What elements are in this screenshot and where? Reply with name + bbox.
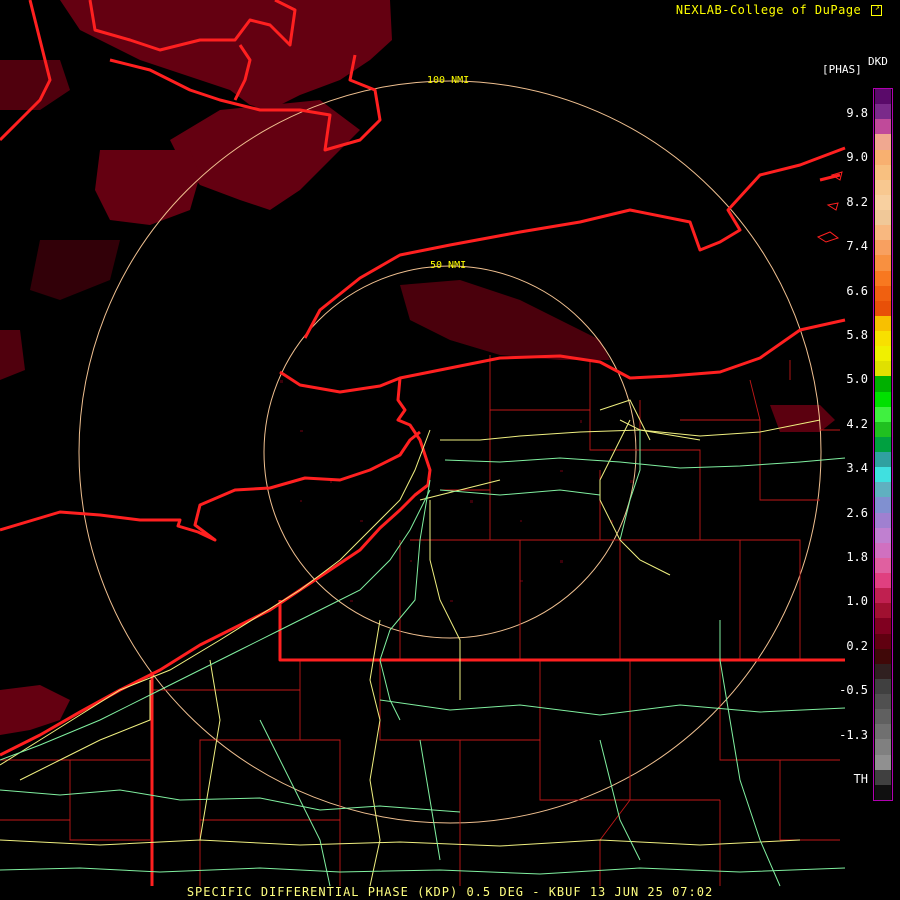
colorbar-cell bbox=[875, 784, 891, 801]
colorbar-tick-label: 9.0 bbox=[846, 150, 868, 165]
colorbar-cell bbox=[875, 467, 891, 483]
colorbar-cell bbox=[875, 648, 891, 665]
product-footer: SPECIFIC DIFFERENTIAL PHASE (KDP) 0.5 DE… bbox=[186, 885, 714, 899]
colorbar-cell bbox=[875, 436, 891, 453]
radar-echoes bbox=[0, 0, 835, 735]
colorbar-tick-label: 5.8 bbox=[846, 328, 868, 342]
range-ring-label-50: 50 NMI bbox=[430, 260, 466, 271]
colorbar-tick-label: 9.8 bbox=[846, 106, 868, 120]
colorbar-cell bbox=[875, 134, 891, 150]
colorbar-cell bbox=[875, 285, 891, 302]
colorbar-cell bbox=[875, 331, 891, 347]
colorbar-cell bbox=[875, 104, 891, 120]
ny-pa-border bbox=[278, 600, 845, 662]
colorbar-cell bbox=[875, 255, 891, 272]
interstates bbox=[0, 430, 846, 887]
colorbar-cell bbox=[875, 678, 891, 695]
colorbar-cell bbox=[875, 603, 891, 619]
colorbar-cell bbox=[875, 300, 891, 317]
colorbar-tick-label: 1.8 bbox=[846, 550, 868, 564]
lake-erie-north-shore bbox=[0, 430, 421, 542]
highways bbox=[0, 399, 821, 887]
colorbar-cell bbox=[875, 573, 891, 589]
colorbar-cell bbox=[875, 270, 891, 287]
colorbar-unit: DKD bbox=[868, 55, 888, 68]
credit-label: NEXLAB-College of DuPage bbox=[675, 3, 862, 17]
colorbar-tick-label: 2.6 bbox=[846, 505, 868, 520]
colorbar-cell bbox=[875, 194, 891, 211]
colorbar-cell bbox=[875, 482, 891, 498]
colorbar-cell bbox=[875, 527, 891, 544]
colorbar-cell bbox=[875, 149, 891, 166]
colorbar-tick-label: 7.4 bbox=[846, 239, 868, 254]
colorbar-cell bbox=[875, 557, 891, 574]
colorbar-tick-label: -1.3 bbox=[839, 727, 868, 742]
colorbar-cell bbox=[875, 694, 891, 710]
colorbar-cell bbox=[875, 346, 891, 362]
colorbar-unit-sub: [PHAS] bbox=[822, 63, 862, 76]
colorbar-cell bbox=[875, 225, 891, 241]
colorbar-tick-label: TH bbox=[853, 772, 868, 786]
colorbar-cell bbox=[875, 709, 891, 725]
colorbar-tick-label: 4.2 bbox=[846, 416, 868, 431]
colorbar-cell bbox=[875, 769, 891, 786]
colorbar-cell bbox=[875, 391, 891, 408]
colorbar-cell bbox=[875, 315, 891, 332]
colorbar-tick-label: 5.0 bbox=[846, 372, 868, 387]
colorbar-cell bbox=[875, 542, 891, 559]
range-ring-label-100: 100 NMI bbox=[427, 75, 469, 86]
colorbar-tick-label: -0.5 bbox=[839, 683, 868, 698]
colorbar-cell bbox=[875, 588, 891, 604]
colorbar-cell bbox=[875, 452, 891, 468]
colorbar-cell bbox=[875, 497, 891, 514]
colorbar-cell bbox=[875, 179, 891, 196]
colorbar-cell bbox=[875, 376, 891, 393]
colorbar-tick-label: 0.2 bbox=[846, 638, 868, 653]
colorbar-cell bbox=[875, 119, 891, 135]
colorbar-cell bbox=[875, 421, 891, 438]
colorbar-cell bbox=[875, 164, 891, 181]
colorbar-cell bbox=[875, 724, 891, 740]
colorbar-tick-label: 1.0 bbox=[846, 594, 868, 609]
radar-map: 50 NMI 100 NMI bbox=[0, 0, 846, 887]
colorbar-tick-label: 3.4 bbox=[846, 461, 868, 476]
colorbar-cell bbox=[875, 618, 891, 635]
external-link-icon[interactable]: ↗ bbox=[871, 4, 882, 16]
colorbar-cell bbox=[875, 754, 891, 771]
colorbar-cell bbox=[875, 633, 891, 650]
colorbar bbox=[873, 88, 893, 801]
colorbar-cell bbox=[875, 663, 891, 680]
colorbar-cell bbox=[875, 361, 891, 377]
colorbar-cell bbox=[875, 210, 891, 226]
colorbar-cell bbox=[875, 739, 891, 756]
colorbar-cell bbox=[875, 406, 891, 423]
credit-text: NEXLAB-College of DuPage ↗ bbox=[676, 3, 882, 17]
colorbar-tick-label: 6.6 bbox=[846, 283, 868, 298]
colorbar-cell bbox=[875, 240, 891, 256]
colorbar-cell bbox=[875, 89, 891, 105]
lake-ontario-north-shore bbox=[303, 146, 846, 339]
colorbar-tick-label: 8.2 bbox=[846, 194, 868, 209]
colorbar-cell bbox=[875, 512, 891, 529]
